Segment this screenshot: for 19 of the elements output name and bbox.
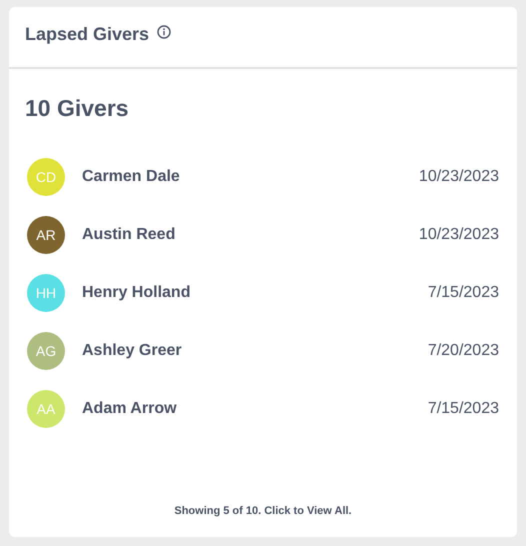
view-all-link[interactable]: Showing 5 of 10. Click to View All.	[174, 505, 352, 517]
avatar: AR	[27, 216, 65, 254]
avatar: CD	[27, 158, 65, 196]
avatar: AA	[27, 390, 65, 428]
gift-date: 10/23/2023	[418, 168, 499, 186]
giver-name[interactable]: Henry Holland	[82, 284, 428, 302]
gift-date: 7/15/2023	[428, 284, 499, 302]
giver-name[interactable]: Carmen Dale	[82, 168, 419, 186]
gift-date: 10/23/2023	[418, 226, 499, 244]
giver-name[interactable]: Adam Arrow	[82, 400, 428, 418]
avatar: AG	[27, 332, 65, 370]
giver-name[interactable]: Ashley Greer	[82, 342, 428, 360]
info-icon[interactable]	[157, 25, 172, 39]
avatar: HH	[27, 274, 65, 312]
giver-name[interactable]: Austin Reed	[82, 226, 419, 244]
gift-date: 7/20/2023	[428, 342, 499, 360]
gift-date: 7/15/2023	[428, 400, 499, 418]
givers-count: 10 Givers	[25, 95, 130, 122]
card-title: Lapsed Givers	[25, 24, 150, 44]
